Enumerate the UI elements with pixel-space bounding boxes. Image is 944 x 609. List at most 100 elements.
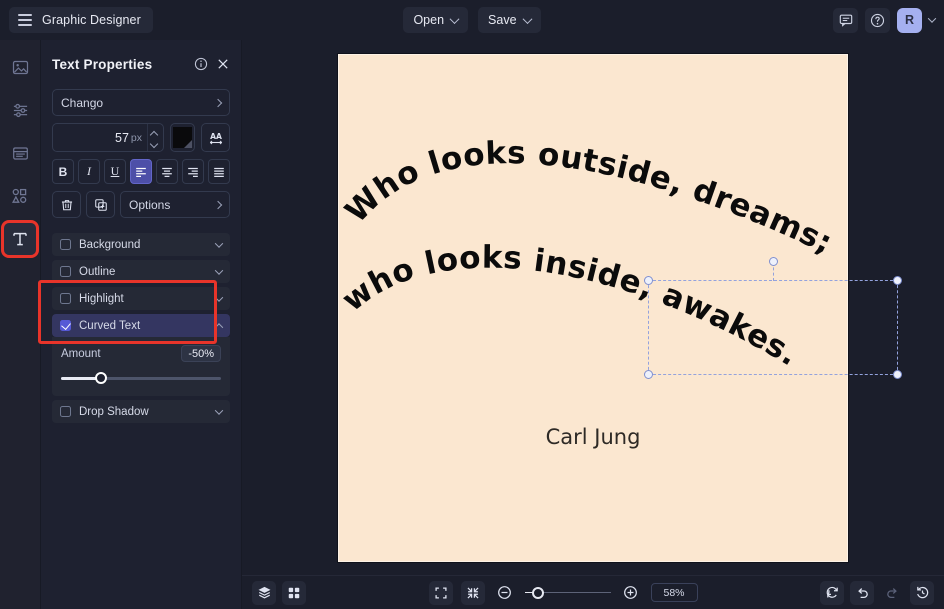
redo-button[interactable]: [880, 581, 904, 605]
selection-box[interactable]: [648, 280, 898, 375]
font-size-value: 57: [115, 131, 129, 145]
text-color-swatch[interactable]: [170, 123, 195, 152]
letter-t-icon: [11, 230, 29, 248]
zoom-slider-thumb[interactable]: [532, 587, 544, 599]
save-menu-button[interactable]: Save: [478, 7, 541, 33]
reset-icon: [825, 585, 840, 600]
reset-button[interactable]: [820, 581, 844, 605]
top-right-actions: R: [833, 0, 935, 40]
avatar[interactable]: R: [897, 8, 922, 33]
curved-text-checkbox[interactable]: [60, 320, 71, 331]
options-row: Options: [52, 191, 230, 218]
chevron-down-icon: [450, 14, 460, 24]
chevron-down-icon: [522, 14, 532, 24]
avatar-initial: R: [905, 13, 914, 27]
section-background[interactable]: Background: [52, 233, 230, 256]
image-tool[interactable]: [3, 50, 37, 84]
section-label: Background: [79, 239, 216, 251]
layout-tool[interactable]: [3, 136, 37, 170]
duplicate-icon: [94, 198, 108, 212]
align-right-button[interactable]: [182, 159, 204, 184]
help-button[interactable]: [865, 8, 890, 33]
align-left-button[interactable]: [130, 159, 152, 184]
stepper-down-icon[interactable]: [151, 140, 158, 145]
image-icon: [12, 59, 29, 76]
zoom-slider[interactable]: [525, 586, 611, 600]
shapes-icon: [11, 187, 29, 205]
letter-spacing-button[interactable]: AA: [201, 123, 230, 152]
align-right-icon: [186, 165, 200, 179]
curved-text-body: Amount -50%: [52, 337, 230, 396]
bottom-left-tools: [252, 581, 306, 605]
rotate-handle[interactable]: [769, 257, 778, 266]
text-block-icon: [12, 145, 29, 162]
section-highlight[interactable]: Highlight: [52, 287, 230, 310]
font-family-select[interactable]: Chango: [52, 89, 230, 116]
bold-button[interactable]: B: [52, 159, 74, 184]
font-size-input[interactable]: 57 px: [52, 123, 164, 152]
account-chevron-down-icon[interactable]: [928, 14, 936, 22]
stepper-up-icon[interactable]: [151, 131, 158, 136]
text-tool[interactable]: [3, 222, 37, 256]
slider-thumb[interactable]: [95, 372, 107, 384]
canvas-stage[interactable]: Who looks outside, dreams; who looks ins…: [242, 40, 944, 575]
design-page[interactable]: Who looks outside, dreams; who looks ins…: [338, 54, 848, 562]
undo-icon: [855, 585, 870, 600]
resize-handle-top-right[interactable]: [893, 276, 902, 285]
sections-list: Background Outline Highlight Curved Text: [52, 233, 230, 423]
zoom-controls: 58%: [306, 581, 820, 605]
app-menu-button[interactable]: Graphic Designer: [9, 7, 153, 33]
resize-handle-bottom-right[interactable]: [893, 370, 902, 379]
chevron-down-icon: [215, 293, 223, 301]
undo-button[interactable]: [850, 581, 874, 605]
font-size-stepper[interactable]: [147, 124, 159, 151]
highlight-checkbox[interactable]: [60, 293, 71, 304]
resize-handle-top-left[interactable]: [644, 276, 653, 285]
shrink-button[interactable]: [461, 581, 485, 605]
duplicate-button[interactable]: [86, 191, 115, 218]
drop-shadow-checkbox[interactable]: [60, 406, 71, 417]
font-size-row: 57 px AA: [52, 123, 230, 152]
section-curved-text[interactable]: Curved Text: [52, 314, 230, 337]
amount-label: Amount: [61, 348, 181, 360]
text-properties-panel: Text Properties Chango 57: [41, 40, 242, 609]
fit-to-screen-button[interactable]: [429, 581, 453, 605]
background-checkbox[interactable]: [60, 239, 71, 250]
quote-line-1: Who looks outside, dreams;: [339, 135, 838, 261]
close-button[interactable]: [216, 57, 230, 71]
grid-icon: [287, 586, 301, 600]
hamburger-icon: [18, 14, 32, 25]
zoom-level-value[interactable]: 58%: [651, 583, 698, 602]
chevron-down-icon: [215, 239, 223, 247]
comment-button[interactable]: [833, 8, 858, 33]
underline-button[interactable]: U: [104, 159, 126, 184]
shapes-tool[interactable]: [3, 179, 37, 213]
italic-button[interactable]: I: [78, 159, 100, 184]
zoom-out-button[interactable]: [493, 581, 517, 605]
info-button[interactable]: [194, 57, 208, 71]
author-text[interactable]: Carl Jung: [339, 425, 847, 449]
app-window: Graphic Designer Open Save: [0, 0, 944, 609]
zoom-in-button[interactable]: [619, 581, 643, 605]
align-justify-icon: [212, 165, 226, 179]
open-menu-button[interactable]: Open: [403, 7, 468, 33]
outline-checkbox[interactable]: [60, 266, 71, 277]
quote-line-1-path: Who looks outside, dreams;: [339, 135, 838, 261]
format-buttons-row: B I U: [52, 159, 230, 184]
amount-slider[interactable]: [61, 371, 221, 385]
align-center-button[interactable]: [156, 159, 178, 184]
align-left-icon: [134, 165, 148, 179]
layers-button[interactable]: [252, 581, 276, 605]
align-justify-button[interactable]: [208, 159, 230, 184]
adjustments-tool[interactable]: [3, 93, 37, 127]
section-drop-shadow[interactable]: Drop Shadow: [52, 400, 230, 423]
options-button[interactable]: Options: [120, 191, 230, 218]
tool-rail: [0, 40, 41, 609]
history-button[interactable]: [910, 581, 934, 605]
section-outline[interactable]: Outline: [52, 260, 230, 283]
resize-handle-bottom-left[interactable]: [644, 370, 653, 379]
grid-view-button[interactable]: [282, 581, 306, 605]
color-preview: [173, 127, 192, 148]
delete-button[interactable]: [52, 191, 81, 218]
section-label: Highlight: [79, 293, 216, 305]
